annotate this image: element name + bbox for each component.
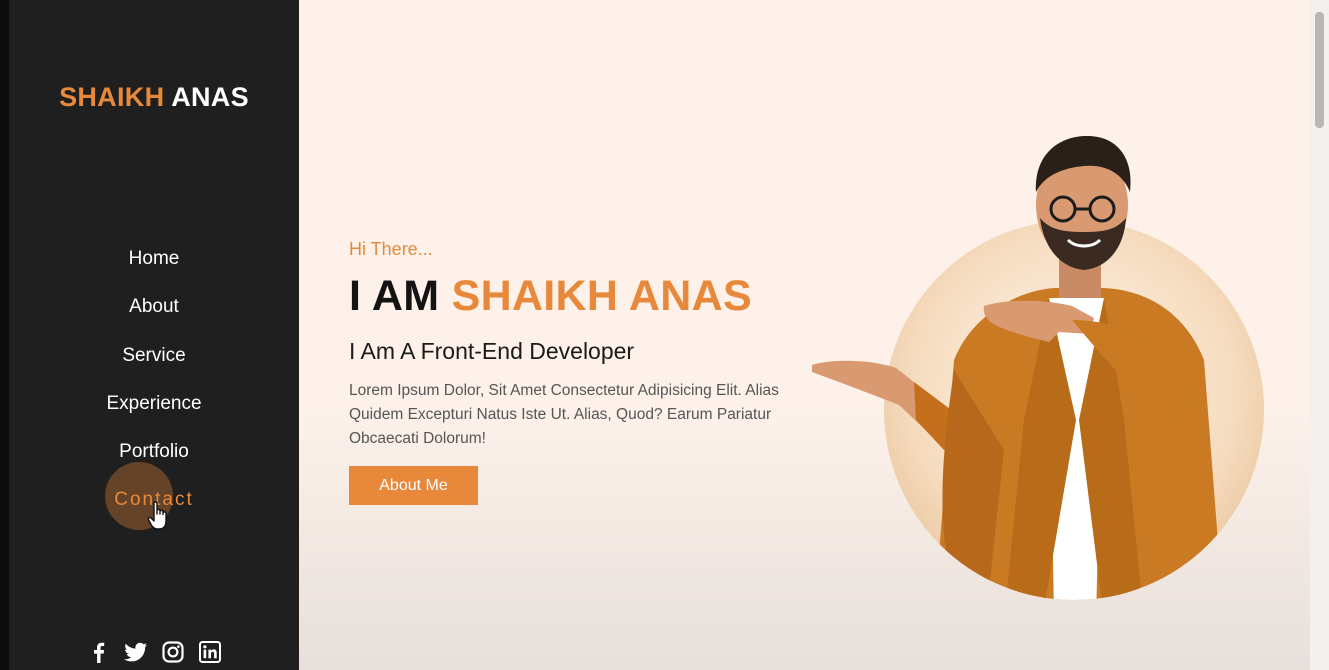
hero-headline: I AM SHAIKH ANAS — [349, 272, 752, 321]
logo-last-name: ANAS — [171, 82, 249, 112]
logo-first-name: SHAIKH — [59, 82, 165, 112]
sidebar-nav: Home About Service Experience Portfolio … — [9, 244, 299, 534]
hero-paragraph: Lorem Ipsum Dolor, Sit Amet Consectetur … — [349, 382, 779, 447]
social-links — [9, 640, 299, 664]
nav-item-home[interactable]: Home — [9, 244, 299, 292]
hero-greeting: Hi There... — [349, 239, 433, 259]
sidebar: SHAIKH ANAS Home About Service Experienc… — [9, 0, 299, 670]
about-me-button[interactable]: About Me — [349, 466, 478, 505]
headline-name: SHAIKH ANAS — [451, 272, 752, 320]
nav-item-experience[interactable]: Experience — [9, 389, 299, 437]
site-logo[interactable]: SHAIKH ANAS — [9, 82, 299, 113]
page-scrollbar[interactable] — [1310, 0, 1329, 670]
hand-cursor-icon — [147, 501, 167, 530]
hero-section: Hi There... I AM SHAIKH ANAS I Am A Fron… — [299, 0, 1310, 670]
nav-item-service[interactable]: Service — [9, 341, 299, 389]
profile-photo — [812, 135, 1264, 600]
instagram-icon[interactable] — [161, 640, 185, 664]
scrollbar-thumb[interactable] — [1315, 12, 1324, 128]
nav-item-portfolio[interactable]: Portfolio — [9, 437, 299, 485]
window-edge — [0, 0, 9, 670]
hero-subheading: I Am A Front-End Developer — [349, 338, 635, 364]
twitter-icon[interactable] — [123, 640, 148, 664]
linkedin-icon[interactable] — [198, 640, 222, 664]
headline-prefix: I AM — [349, 272, 440, 320]
facebook-icon[interactable] — [87, 640, 111, 664]
nav-item-about[interactable]: About — [9, 292, 299, 340]
